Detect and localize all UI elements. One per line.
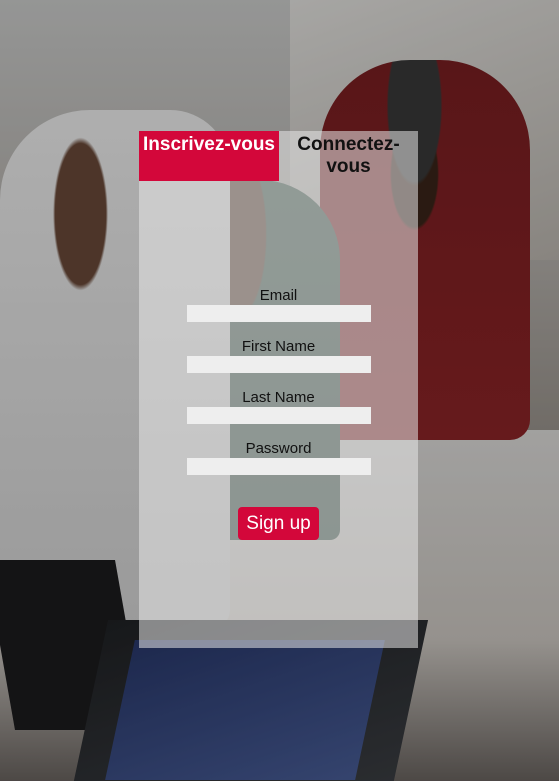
last-name-field-group: Last Name xyxy=(139,388,418,439)
password-label: Password xyxy=(245,440,312,457)
password-field-group: Password xyxy=(139,439,418,490)
last-name-input[interactable] xyxy=(187,407,371,424)
tab-login[interactable]: Connectez-vous xyxy=(279,131,418,181)
first-name-field-group: First Name xyxy=(139,337,418,388)
tab-signup[interactable]: Inscrivez-vous xyxy=(139,131,279,181)
first-name-input[interactable] xyxy=(187,356,371,373)
email-input[interactable] xyxy=(187,305,371,322)
auth-panel: Inscrivez-vous Connectez-vous Email Firs… xyxy=(139,131,418,648)
auth-tabs: Inscrivez-vous Connectez-vous xyxy=(139,131,418,181)
first-name-label: First Name xyxy=(241,338,316,355)
email-field-group: Email xyxy=(139,286,418,337)
password-input[interactable] xyxy=(187,458,371,475)
email-label: Email xyxy=(259,287,298,304)
signup-button[interactable]: Sign up xyxy=(238,507,319,540)
last-name-label: Last Name xyxy=(242,389,315,406)
signup-form: Email First Name Last Name Password xyxy=(139,286,418,490)
